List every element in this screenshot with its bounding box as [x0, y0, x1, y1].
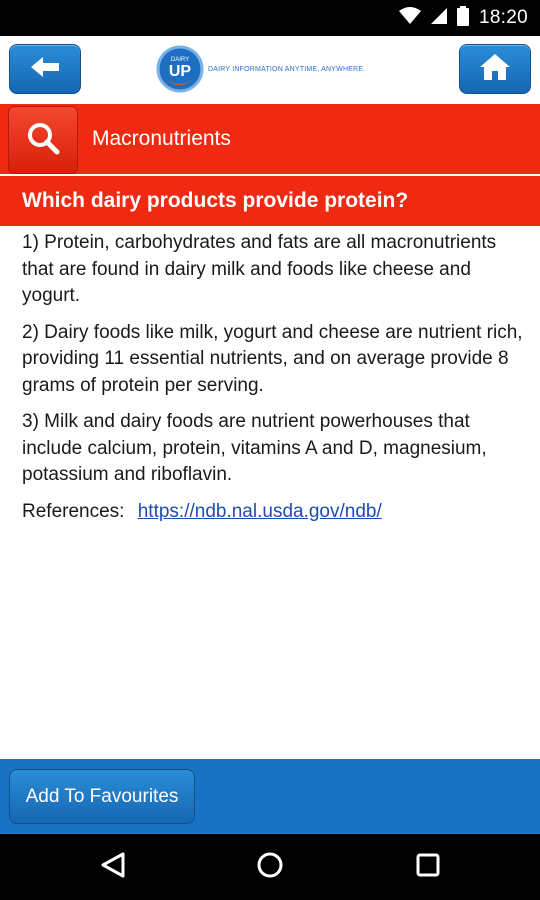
app-header: DAIRY UP DAIRY INFORMATION ANYTIME, ANYW… [0, 36, 540, 104]
add-to-favourites-button[interactable]: Add To Favourites [9, 769, 195, 824]
home-icon [479, 52, 511, 87]
bottom-bar: Add To Favourites [0, 759, 540, 834]
search-icon [26, 121, 60, 160]
system-back-button[interactable] [93, 847, 133, 887]
circle-home-icon [256, 851, 284, 884]
logo-badge-icon: DAIRY UP [156, 45, 204, 93]
triangle-back-icon [100, 851, 126, 884]
system-recents-button[interactable] [408, 847, 448, 887]
references-label: References: [22, 500, 125, 522]
wifi-icon [398, 6, 421, 30]
question-bar: Which dairy products provide protein? [0, 176, 540, 226]
answer-paragraph: 1) Protein, carbohydrates and fats are a… [22, 232, 497, 306]
answer-paragraph: 2) Dairy foods like milk, yogurt and che… [22, 321, 523, 396]
system-nav-bar [0, 834, 540, 900]
section-title: Macronutrients [92, 127, 231, 150]
svg-text:UP: UP [169, 63, 192, 80]
references: References: https://ndb.nal.usda.gov/ndb… [22, 499, 527, 526]
section-bar: Macronutrients [0, 104, 540, 174]
back-button[interactable] [9, 44, 81, 94]
battery-icon [456, 5, 469, 31]
references-link[interactable]: https://ndb.nal.usda.gov/ndb/ [138, 501, 382, 522]
arrow-left-icon [29, 55, 61, 84]
home-button[interactable] [459, 44, 531, 94]
question-title: Which dairy products provide protein? [22, 189, 409, 212]
search-button[interactable] [8, 106, 78, 174]
square-recents-icon [415, 852, 441, 883]
logo-tagline: DAIRY INFORMATION ANYTIME, ANYWHERE. [208, 65, 366, 73]
status-bar: 18:20 [0, 0, 540, 36]
cell-signal-icon [430, 7, 447, 30]
system-home-button[interactable] [250, 847, 290, 887]
answer-content: 1) Protein, carbohydrates and fats are a… [22, 230, 527, 525]
answer-paragraph: 3) Milk and dairy foods are nutrient pow… [22, 411, 487, 485]
dairy-up-logo: DAIRY UP DAIRY INFORMATION ANYTIME, ANYW… [156, 45, 386, 93]
status-time: 18:20 [478, 7, 528, 28]
